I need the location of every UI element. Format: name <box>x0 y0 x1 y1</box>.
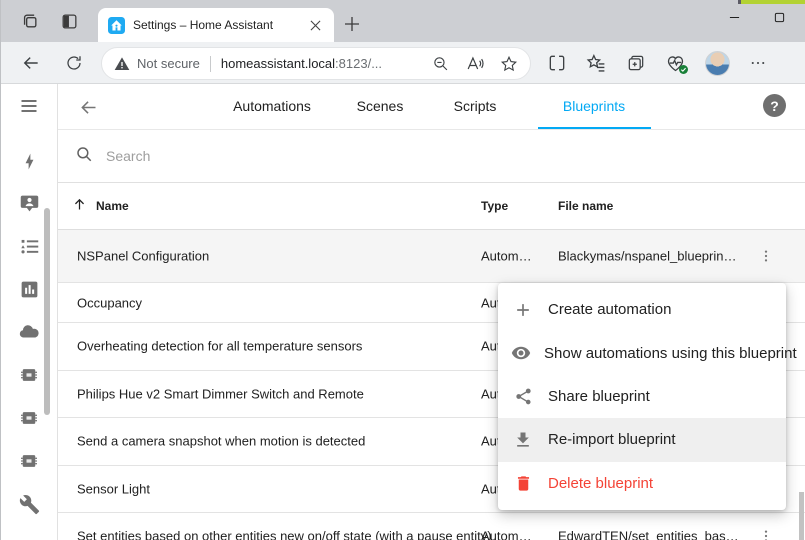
favorite-star-icon[interactable] <box>500 55 518 73</box>
share-icon <box>511 387 535 406</box>
eye-icon <box>511 343 531 363</box>
sort-ascending-icon[interactable] <box>72 197 87 215</box>
row-name: Set entities based on other entities new… <box>77 529 492 540</box>
table-header: Name Type File name <box>58 183 805 230</box>
vertical-tabs-icon[interactable] <box>57 9 81 33</box>
column-header-file[interactable]: File name <box>558 199 613 213</box>
menu-item-label: Re-import blueprint <box>548 431 676 448</box>
row-overflow-menu-icon[interactable] <box>757 527 775 540</box>
not-secure-label[interactable]: Not secure <box>137 56 200 71</box>
window-minimize-icon[interactable] <box>719 4 749 30</box>
collections-icon[interactable] <box>626 53 646 73</box>
split-screen-icon[interactable] <box>547 53 567 73</box>
browser-tab-strip: Settings – Home Assistant <box>1 0 805 42</box>
menu-item-share-blueprint[interactable]: Share blueprint <box>498 375 786 418</box>
tab-automations[interactable]: Automations <box>233 98 311 114</box>
plus-icon <box>511 300 535 320</box>
menu-item-show-automations[interactable]: Show automations using this blueprint <box>498 331 786 374</box>
settings-more-icon[interactable] <box>749 54 767 72</box>
tab-blueprints[interactable]: Blueprints <box>563 98 625 114</box>
ha-header: Automations Scenes Scripts Blueprints ? <box>58 84 805 130</box>
background-window-sliver-green <box>741 0 805 4</box>
ha-back-icon[interactable] <box>76 95 100 119</box>
address-bar[interactable]: Not secure homeassistant.local:8123/... <box>101 47 531 80</box>
menu-item-label: Create automation <box>548 301 671 318</box>
row-type: Autom… <box>481 249 532 264</box>
back-icon[interactable] <box>16 48 46 78</box>
trash-icon <box>511 474 535 493</box>
menu-item-reimport-blueprint[interactable]: Re-import blueprint <box>498 418 786 461</box>
menu-item-label: Share blueprint <box>548 388 650 405</box>
table-row[interactable]: NSPanel Configuration Autom… Blackymas/n… <box>58 230 805 283</box>
not-secure-icon <box>114 56 130 72</box>
table-row[interactable]: Set entities based on other entities new… <box>58 513 805 540</box>
menu-item-create-automation[interactable]: Create automation <box>498 288 786 331</box>
sidebar-scrollbar[interactable] <box>44 208 50 415</box>
sidebar-menu-icon[interactable] <box>1 91 57 121</box>
search-icon <box>75 145 93 168</box>
refresh-icon[interactable] <box>59 48 89 78</box>
home-assistant-app: Automations Scenes Scripts Blueprints ? … <box>1 84 805 540</box>
download-icon <box>511 430 535 450</box>
sidebar-energy-icon[interactable] <box>1 146 57 176</box>
row-overflow-menu-icon[interactable] <box>757 247 775 265</box>
tab-scenes[interactable]: Scenes <box>357 98 404 114</box>
search-input[interactable]: Search <box>58 130 805 183</box>
new-tab-icon[interactable] <box>341 13 363 35</box>
browser-tab-settings-home-assistant[interactable]: Settings – Home Assistant <box>98 8 334 42</box>
tab-title: Settings – Home Assistant <box>133 18 306 32</box>
active-tab-underline <box>538 127 651 129</box>
browser-essentials-icon[interactable] <box>665 53 686 74</box>
favorites-hub-icon[interactable] <box>586 53 607 74</box>
row-name: Occupancy <box>77 295 142 310</box>
row-type: Autom… <box>481 529 532 540</box>
home-assistant-favicon <box>108 17 125 34</box>
sidebar-tools-icon[interactable] <box>1 489 57 519</box>
row-name: Overheating detection for all temperatur… <box>77 339 362 354</box>
column-header-type[interactable]: Type <box>481 199 508 213</box>
row-name: Sensor Light <box>77 481 150 496</box>
browser-window: Settings – Home Assistant <box>0 0 805 540</box>
url-host[interactable]: homeassistant.local <box>221 56 335 71</box>
row-name: NSPanel Configuration <box>77 249 209 264</box>
tab-activity-icon[interactable] <box>18 9 42 33</box>
url-separator <box>210 56 211 72</box>
row-file: EdwardTEN/set_entities_bas… <box>558 529 739 540</box>
menu-item-delete-blueprint[interactable]: Delete blueprint <box>498 462 786 505</box>
browser-toolbar: Not secure homeassistant.local:8123/... <box>1 42 805 84</box>
search-placeholder: Search <box>106 148 150 164</box>
menu-item-label: Delete blueprint <box>548 475 653 492</box>
profile-avatar[interactable] <box>705 51 730 76</box>
ha-sidebar <box>1 84 58 540</box>
sidebar-hardware-icon-3[interactable] <box>1 446 57 476</box>
tab-close-icon[interactable] <box>306 16 324 34</box>
zoom-out-icon[interactable] <box>432 55 449 72</box>
row-name: Philips Hue v2 Smart Dimmer Switch and R… <box>77 386 364 401</box>
url-suffix: :8123/... <box>335 56 382 71</box>
read-aloud-icon[interactable] <box>465 54 484 73</box>
row-name: Send a camera snapshot when motion is de… <box>77 434 365 449</box>
menu-item-label: Show automations using this blueprint <box>544 345 797 362</box>
window-maximize-icon[interactable] <box>764 4 794 30</box>
tab-scripts[interactable]: Scripts <box>454 98 497 114</box>
row-file: Blackymas/nspanel_blueprin… <box>558 249 736 264</box>
blueprint-context-menu: Create automation Show automations using… <box>498 283 786 510</box>
column-header-name[interactable]: Name <box>96 199 129 213</box>
help-icon[interactable]: ? <box>763 94 786 117</box>
content-scrollbar[interactable] <box>799 492 804 540</box>
